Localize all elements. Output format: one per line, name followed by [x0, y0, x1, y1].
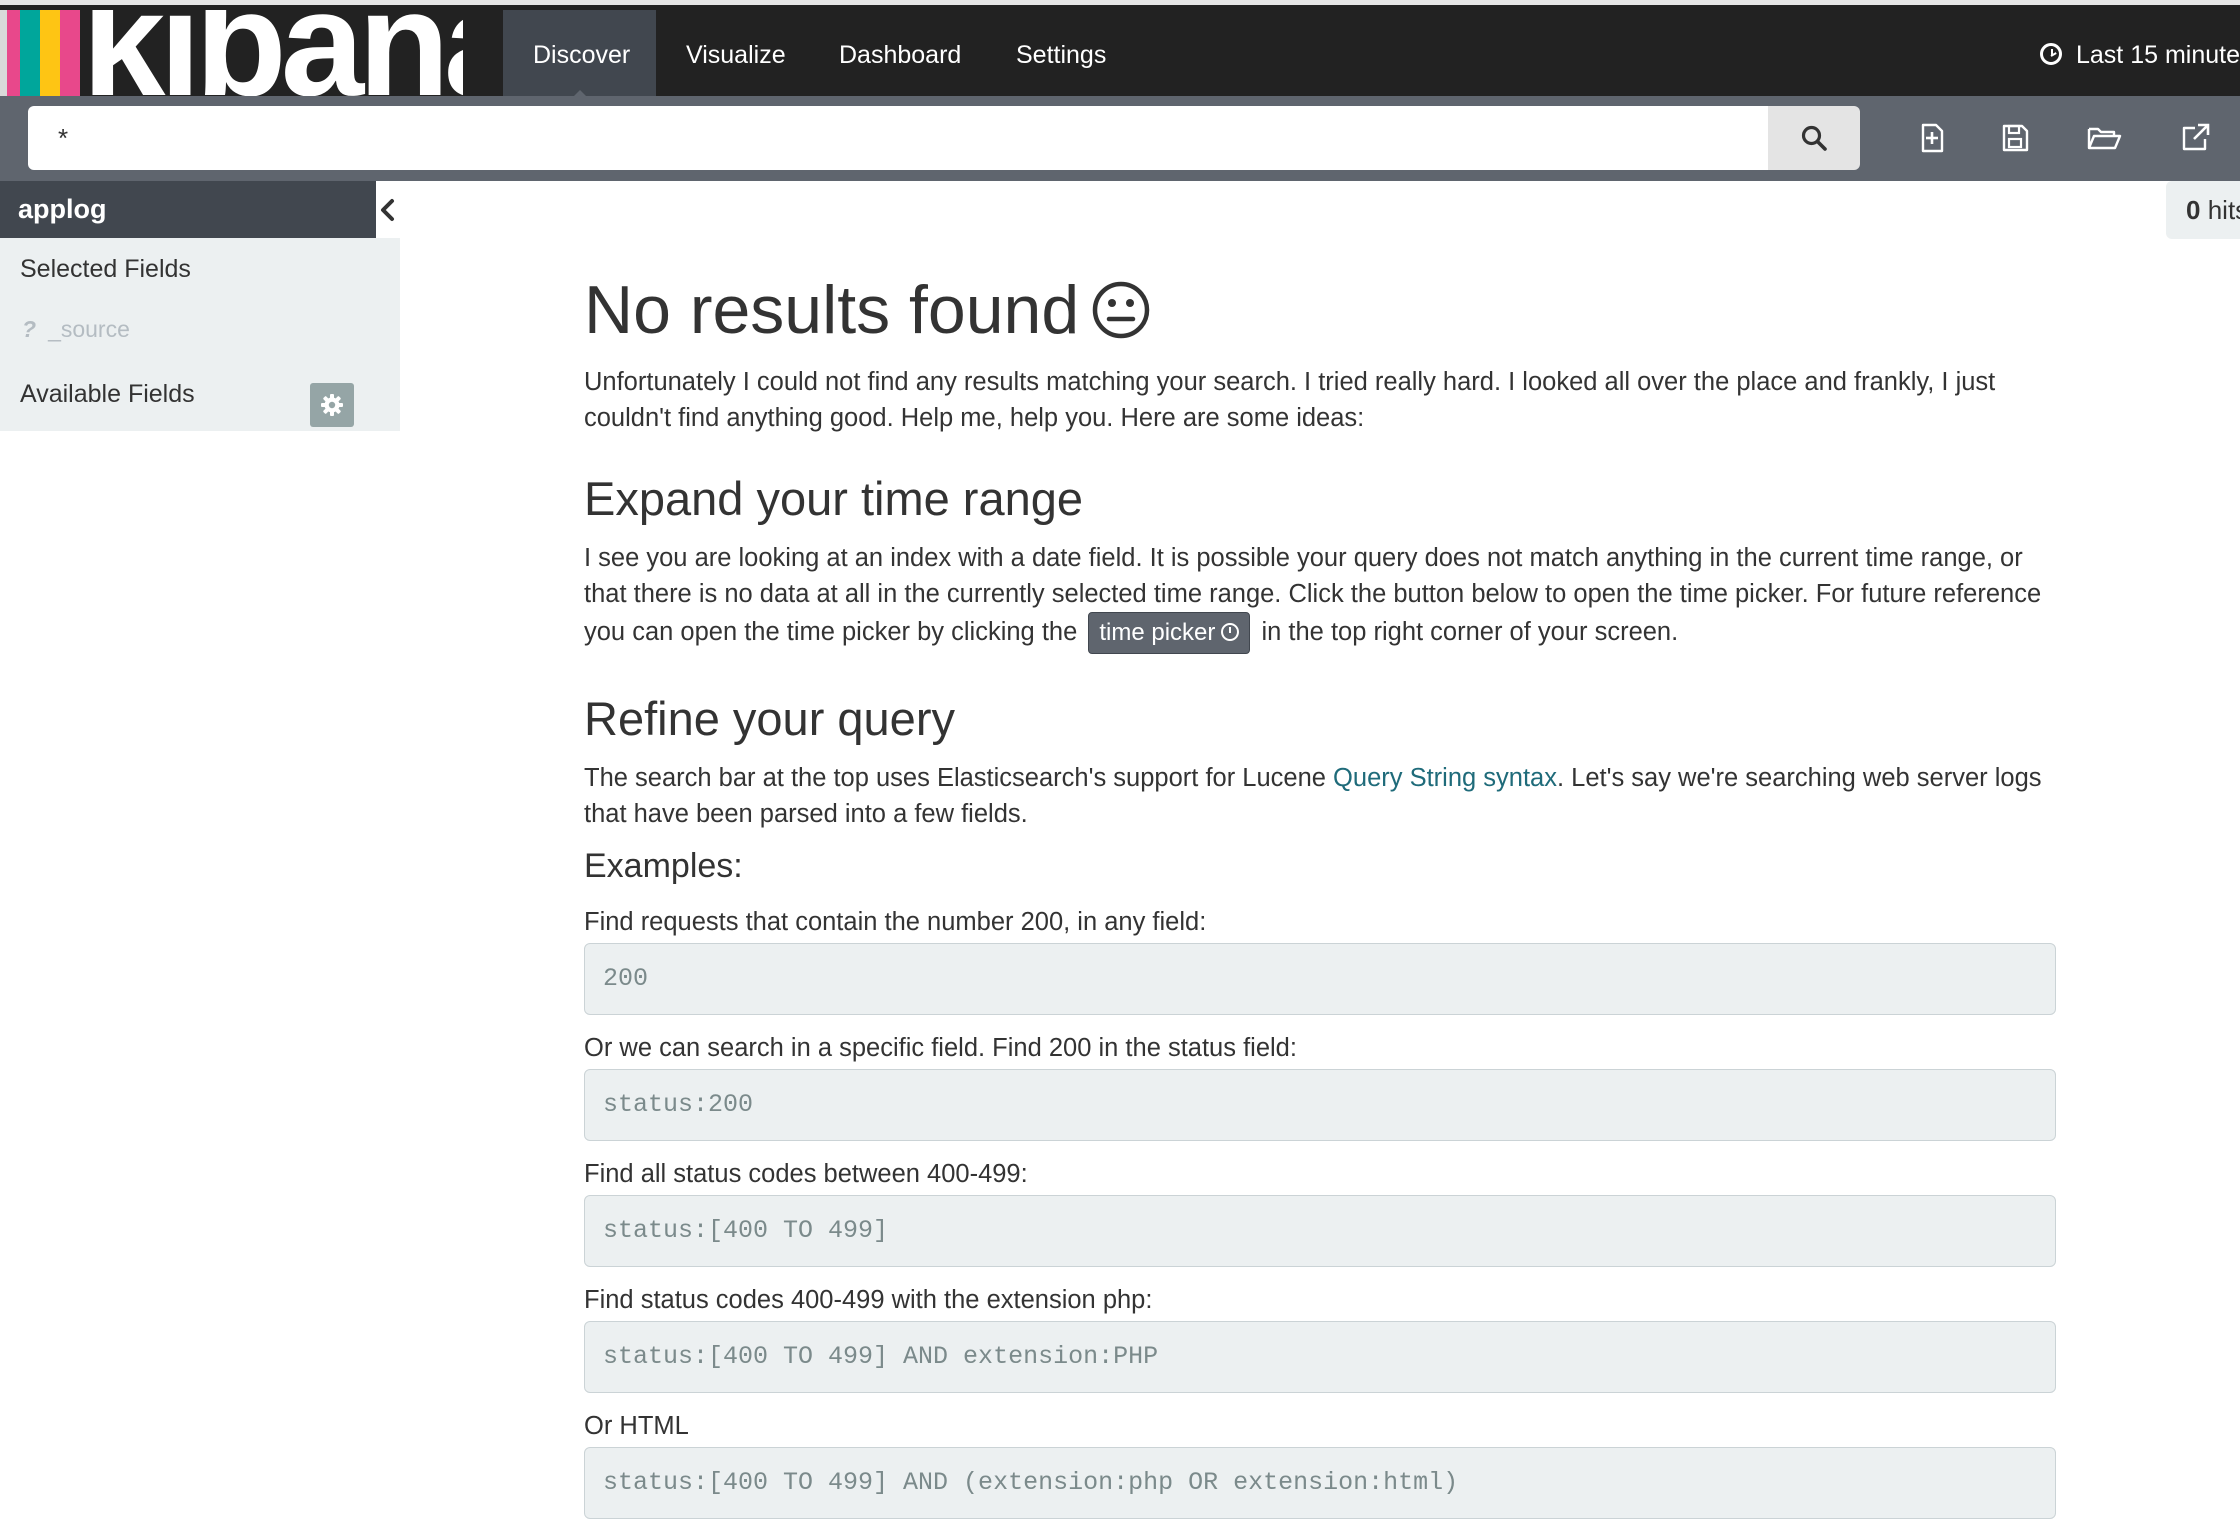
logo-stripe: [7, 10, 20, 101]
open-folder-icon: [2087, 127, 2122, 150]
no-results-title: No results found: [584, 271, 1151, 349]
search-button[interactable]: [1768, 106, 1860, 170]
clock-icon: [1221, 623, 1240, 642]
logo-stripe: [40, 10, 60, 101]
share-icon: [2182, 123, 2210, 151]
new-search-icon: [1921, 123, 1944, 153]
logo-text: kibana: [82, 10, 463, 101]
expand-time-text: I see you are looking at an index with a…: [584, 540, 2056, 654]
refine-query-heading: Refine your query: [584, 692, 955, 745]
examples-heading: Examples:: [584, 847, 743, 885]
time-picker-inline-label: time picker: [1099, 619, 1216, 646]
field-type-unknown-icon: ?: [22, 316, 37, 342]
source-field-item[interactable]: ? _source: [22, 316, 130, 343]
example-label: Or HTML: [584, 1412, 689, 1440]
intro-text: Unfortunately I could not find any resul…: [584, 368, 1996, 432]
open-search-button[interactable]: [2081, 116, 2125, 160]
no-results-title-text: No results found: [584, 272, 1080, 348]
clock-icon: [2040, 43, 2062, 66]
field-settings-button[interactable]: [310, 383, 354, 427]
example-code: 200: [584, 943, 2056, 1015]
expand-time-heading: Expand your time range: [584, 472, 1084, 525]
example-code: status:[400 TO 499]: [584, 1195, 2056, 1267]
chevron-left-icon: [381, 199, 394, 221]
share-search-button[interactable]: [2173, 116, 2217, 160]
neutral-face-icon: [1092, 281, 1150, 339]
hit-count-value: 0: [2186, 195, 2201, 225]
logo-stripe: [60, 10, 80, 101]
refine-query-text: The search bar at the top uses Elasticse…: [584, 760, 2056, 832]
index-pattern-name[interactable]: applog: [0, 181, 376, 238]
example-label: Find all status codes between 400-499:: [584, 1160, 1028, 1188]
hit-count-label: hits: [2207, 195, 2240, 225]
time-picker-label: Last 15 minute: [2076, 41, 2240, 69]
hit-count: 0 hits: [2166, 181, 2240, 239]
source-field-name: _source: [48, 316, 130, 342]
example-code: status:[400 TO 499] AND extension:PHP: [584, 1321, 2056, 1393]
time-picker-button[interactable]: Last 15 minute: [2000, 10, 2240, 101]
refine-query-text-before: The search bar at the top uses Elasticse…: [584, 764, 1326, 792]
query-string-syntax-link[interactable]: Query String syntax: [1333, 764, 1557, 792]
logo-stripe: [20, 10, 40, 101]
top-navbar: kibana Discover Visualize Dashboard Sett…: [0, 0, 2240, 101]
field-sidebar: applog Selected Fields ? _source Availabl…: [0, 181, 400, 431]
save-search-button[interactable]: [1993, 116, 2037, 160]
save-icon: [2002, 124, 2029, 152]
kibana-logo[interactable]: kibana: [0, 10, 463, 101]
gear-icon: [321, 394, 343, 416]
time-picker-inline-button[interactable]: time picker: [1088, 612, 1251, 654]
selected-fields-heading: Selected Fields: [20, 255, 191, 283]
example-label: Find status codes 400-499 with the exten…: [584, 1286, 1153, 1314]
nav-tab-dashboard[interactable]: Dashboard: [809, 10, 991, 101]
logo-stripe: [0, 10, 7, 101]
available-fields-heading: Available Fields: [20, 380, 195, 408]
search-input[interactable]: [28, 106, 1768, 170]
nav-tab-settings[interactable]: Settings: [986, 10, 1136, 101]
nav-tab-discover[interactable]: Discover: [503, 10, 656, 101]
example-label: Find requests that contain the number 20…: [584, 908, 1207, 936]
example-code: status:[400 TO 499] AND (extension:php O…: [584, 1447, 2056, 1519]
example-code: status:200: [584, 1069, 2056, 1141]
expand-time-text-after: in the top right corner of your screen.: [1261, 618, 1679, 646]
collapse-sidebar-button[interactable]: [376, 181, 400, 238]
nav-tab-visualize[interactable]: Visualize: [656, 10, 816, 101]
new-search-button[interactable]: [1910, 116, 1954, 160]
search-icon: [1801, 125, 1827, 151]
example-label: Or we can search in a specific field. Fi…: [584, 1034, 1297, 1062]
search-toolbar: [0, 96, 2240, 181]
